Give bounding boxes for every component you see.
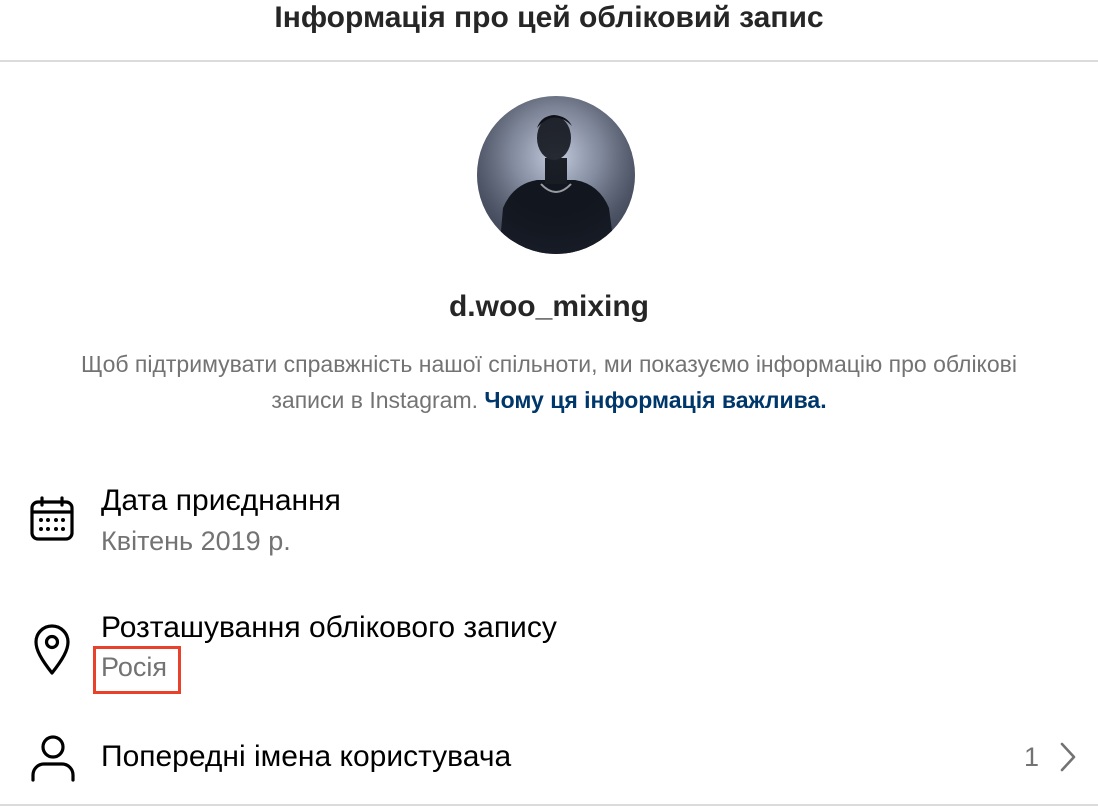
date-joined-row: Дата приєднання Квітень 2019 р. xyxy=(0,480,1098,560)
location-pin-icon xyxy=(33,624,71,681)
username: d.woo_mixing xyxy=(448,290,649,323)
divider xyxy=(0,804,1098,806)
date-joined-value: Квітень 2019 р. xyxy=(101,526,291,556)
chevron-right-icon[interactable] xyxy=(1058,741,1078,778)
info-description: Щоб підтримувати справжність нашої спіль… xyxy=(60,346,1038,418)
dialog-header: Інформація про цей обліковий запис xyxy=(0,0,1098,62)
former-usernames-count: 1 xyxy=(1024,742,1040,772)
former-usernames-row[interactable]: Попередні імена користувача xyxy=(0,730,1098,790)
account-location-label: Розташування облікового запису xyxy=(101,611,557,644)
avatar[interactable] xyxy=(477,96,635,254)
why-important-link[interactable]: Чому ця інформація важлива. xyxy=(484,387,826,413)
date-joined-label: Дата приєднання xyxy=(101,484,341,517)
former-usernames-label: Попередні імена користувача xyxy=(101,740,512,773)
dialog-title: Інформація про цей обліковий запис xyxy=(274,1,824,34)
calendar-icon xyxy=(29,496,75,547)
location-highlight-box xyxy=(93,646,181,694)
user-icon xyxy=(30,734,76,787)
